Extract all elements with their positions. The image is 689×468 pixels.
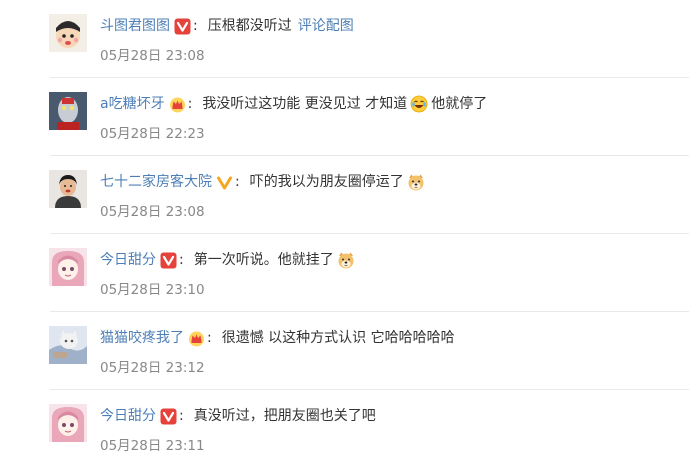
username[interactable]: 猫猫咬疼我了: [100, 327, 184, 349]
avatar[interactable]: [49, 404, 87, 442]
comment-line: 今日甜分 : 第一次听说。他就挂了: [100, 249, 358, 271]
colon: :: [193, 18, 198, 34]
comment-text: 压根都没听过: [207, 18, 292, 34]
crown-badge-icon: [169, 96, 186, 113]
timestamp: 05月28日 23:12: [100, 360, 205, 376]
colon: :: [179, 252, 184, 268]
comment-text: 吓的我以为朋友圈停运了: [249, 174, 404, 190]
comment-line: 七十二家房客大院 : 吓的我以为朋友圈停运了: [100, 171, 428, 193]
comment-line: 今日甜分 : 真没听过，把朋友圈也关了吧: [100, 405, 376, 427]
avatar[interactable]: [49, 170, 87, 208]
comment-text: 我没听过这功能 更没见过 才知道: [202, 96, 408, 112]
comment-text: 第一次听说。他就挂了: [193, 252, 334, 268]
timestamp: 05月28日 22:23: [100, 126, 205, 142]
avatar[interactable]: [49, 326, 87, 364]
avatar[interactable]: [49, 14, 87, 52]
username[interactable]: 今日甜分: [100, 249, 156, 271]
username[interactable]: a吃糖坏牙: [100, 93, 165, 115]
comment-item: 斗图君图图 : 压根都没听过 评论配图 05月28日 23:08: [0, 0, 689, 78]
verified-badge-icon: [216, 174, 233, 191]
comment-image-link[interactable]: 评论配图: [298, 15, 354, 37]
comment-line: 斗图君图图 : 压根都没听过 评论配图: [100, 15, 354, 37]
comment-line: 猫猫咬疼我了 : 很遗憾 以这种方式认识 它哈哈哈哈哈: [100, 327, 455, 349]
comment-text: 真没听过，把朋友圈也关了吧: [193, 408, 376, 424]
comment-text: 很遗憾 以这种方式认识 它哈哈哈哈哈: [221, 330, 455, 346]
comment-list: 斗图君图图 : 压根都没听过 评论配图 05月28日 23:08 a吃糖坏牙:…: [0, 0, 689, 465]
comment-item: 今日甜分 : 第一次听说。他就挂了 05月28日 23:10: [0, 234, 689, 312]
colon: :: [187, 96, 193, 112]
username[interactable]: 今日甜分: [100, 405, 156, 427]
colon: :: [179, 408, 184, 424]
comment-text-after: 他就停了: [431, 96, 488, 112]
timestamp: 05月28日 23:11: [100, 438, 205, 454]
username[interactable]: 斗图君图图: [100, 15, 170, 37]
comment-item: 猫猫咬疼我了 : 很遗憾 以这种方式认识 它哈哈哈哈哈 05月28日 23:12: [0, 312, 689, 390]
avatar[interactable]: [49, 92, 87, 130]
avatar[interactable]: [49, 248, 87, 286]
comment-item: 七十二家房客大院 : 吓的我以为朋友圈停运了 05月28日 23:08: [0, 156, 689, 234]
colon: :: [235, 174, 240, 190]
comment-line: a吃糖坏牙 : 我没听过这功能 更没见过 才知道 他就停了: [100, 93, 487, 115]
verified-badge-icon: [160, 408, 177, 425]
doge-emoji-icon: [337, 251, 355, 269]
username[interactable]: 七十二家房客大院: [100, 171, 212, 193]
timestamp: 05月28日 23:08: [100, 204, 205, 220]
verified-badge-icon: [174, 18, 191, 35]
timestamp: 05月28日 23:08: [100, 48, 205, 64]
laughing-tears-emoji-icon: [410, 95, 428, 113]
comment-item: a吃糖坏牙 : 我没听过这功能 更没见过 才知道 他就停了 05月28日 22:…: [0, 78, 689, 156]
colon: :: [207, 330, 212, 346]
timestamp: 05月28日 23:10: [100, 282, 205, 298]
comment-item: 今日甜分 : 真没听过，把朋友圈也关了吧 05月28日 23:11: [0, 390, 689, 468]
verified-badge-icon: [160, 252, 177, 269]
crown-badge-icon: [188, 330, 205, 347]
doge-emoji-icon: [407, 173, 425, 191]
